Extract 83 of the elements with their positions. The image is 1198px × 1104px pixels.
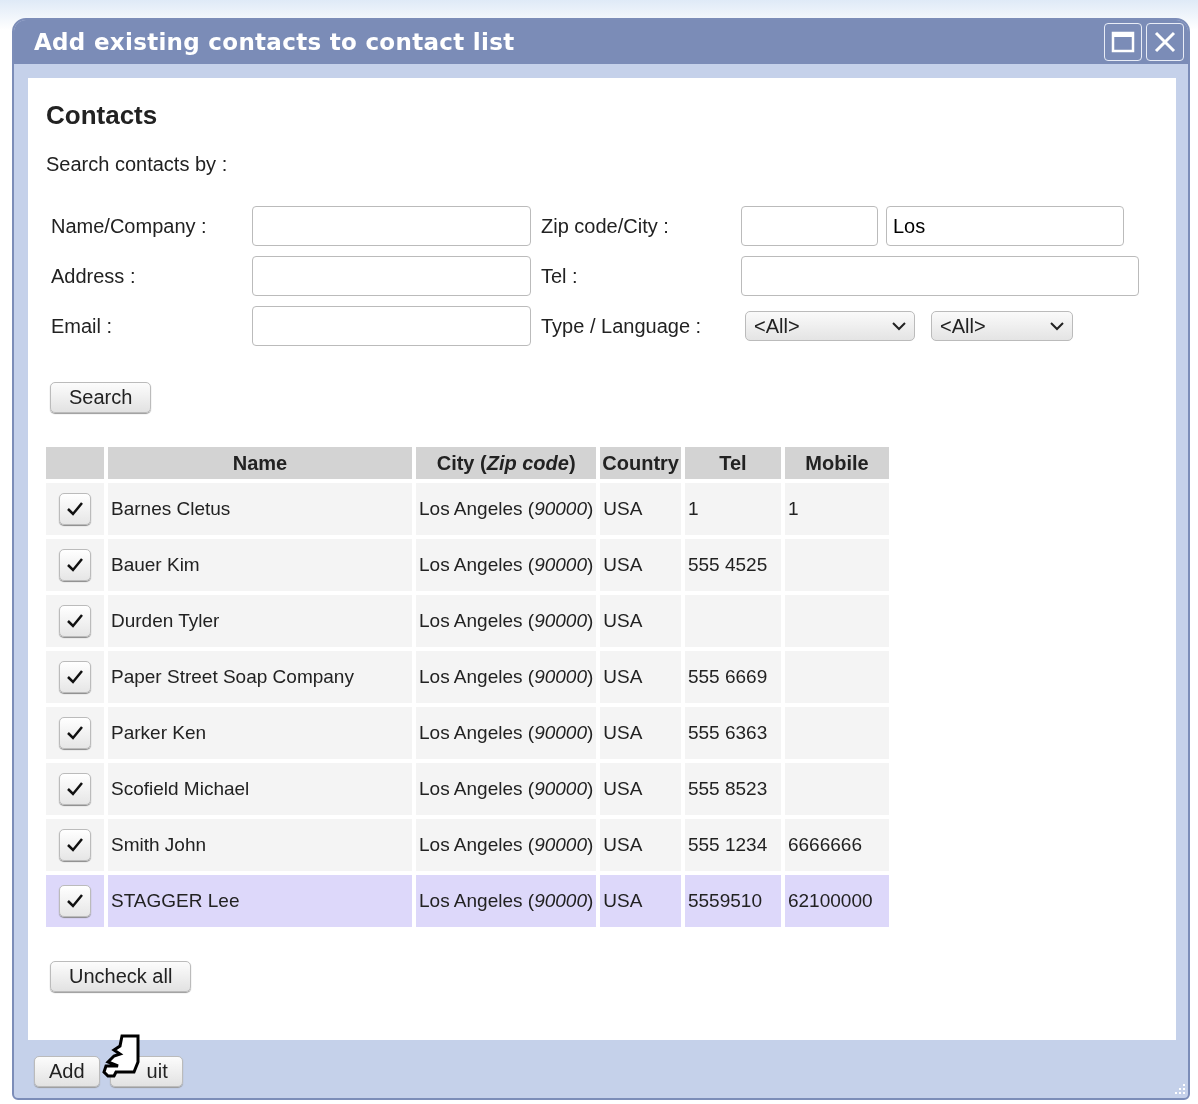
city-cell: Los Angeles (90000) [416,651,597,703]
country-cell: USA [600,819,681,871]
column-header[interactable]: Country [600,447,681,479]
checkmark-icon [66,893,84,909]
city-cell: Los Angeles (90000) [416,539,597,591]
window-title: Add existing contacts to contact list [34,29,515,55]
address-input[interactable] [252,256,531,296]
checkbox[interactable] [59,717,91,749]
mobile-cell: 6666666 [785,819,889,871]
country-cell: USA [600,875,681,927]
name-cell: Parker Ken [108,707,412,759]
name-input[interactable] [252,206,531,246]
add-button[interactable]: Add [34,1056,100,1087]
name-cell: Durden Tyler [108,595,412,647]
checkmark-icon [66,837,84,853]
zip-city-label: Zip code/City : [541,214,670,238]
tel-input[interactable] [741,256,1139,296]
checkmark-icon [66,613,84,629]
city-cell: Los Angeles (90000) [416,875,597,927]
country-cell: USA [600,707,681,759]
column-header[interactable]: Tel [685,447,781,479]
mobile-cell: 62100000 [785,875,889,927]
country-cell: USA [600,539,681,591]
checkbox[interactable] [59,605,91,637]
name-cell: Paper Street Soap Company [108,651,412,703]
maximize-icon [1111,30,1135,54]
checkbox[interactable] [59,829,91,861]
city-cell: Los Angeles (90000) [416,763,597,815]
name-cell: STAGGER Lee [108,875,412,927]
checkbox[interactable] [59,549,91,581]
checkmark-icon [66,781,84,797]
chevron-icon [1050,321,1064,331]
checkmark-icon [66,501,84,517]
name-cell: Smith John [108,819,412,871]
tel-cell: 555 8523 [685,763,781,815]
search-intro: Search contacts by : [46,153,229,176]
name-label: Name/Company : [51,214,208,238]
column-header[interactable]: City (Zip code) [416,447,597,479]
name-cell: Barnes Cletus [108,483,412,535]
uncheck-all-button[interactable]: Uncheck all [50,961,192,992]
zip-input[interactable] [741,206,878,246]
country-cell: USA [600,651,681,703]
checkmark-icon [66,669,84,685]
checkbox[interactable] [59,493,91,525]
city-cell: Los Angeles (90000) [416,707,597,759]
tel-cell: 555 1234 [685,819,781,871]
tel-cell: 1 [685,483,781,535]
country-cell: USA [600,595,681,647]
close-button[interactable] [1146,23,1184,61]
resize-grip-icon [1172,1082,1186,1096]
search-button[interactable]: Search [50,382,152,413]
address-label: Address : [51,264,137,288]
name-cell: Bauer Kim [108,539,412,591]
city-cell: Los Angeles (90000) [416,819,597,871]
type-language-label: Type / Language : [541,314,703,338]
language-select[interactable]: <All> [931,311,1073,341]
checkbox[interactable] [59,773,91,805]
maximize-button[interactable] [1104,23,1142,61]
city-cell: Los Angeles (90000) [416,595,597,647]
type-select[interactable]: <All> [745,311,915,341]
checkmark-icon [66,557,84,573]
section-heading: Contacts [46,100,159,131]
checkbox[interactable] [59,885,91,917]
tel-label: Tel : [541,264,579,288]
tel-cell: 555 4525 [685,539,781,591]
city-input[interactable]: Los [886,206,1124,246]
checkbox[interactable] [59,661,91,693]
column-header[interactable]: Name [108,447,412,479]
column-header[interactable]: Mobile [785,447,889,479]
header-cell [46,447,104,479]
email-input[interactable] [252,306,531,346]
email-label: Email : [51,314,114,338]
name-cell: Scofield Michael [108,763,412,815]
mobile-cell: 1 [785,483,889,535]
tel-cell: 5559510 [685,875,781,927]
checkmark-icon [66,725,84,741]
country-cell: USA [600,763,681,815]
country-cell: USA [600,483,681,535]
close-icon [1153,30,1177,54]
tel-cell: 555 6669 [685,651,781,703]
city-cell: Los Angeles (90000) [416,483,597,535]
chevron-icon [892,321,906,331]
tel-cell: 555 6363 [685,707,781,759]
